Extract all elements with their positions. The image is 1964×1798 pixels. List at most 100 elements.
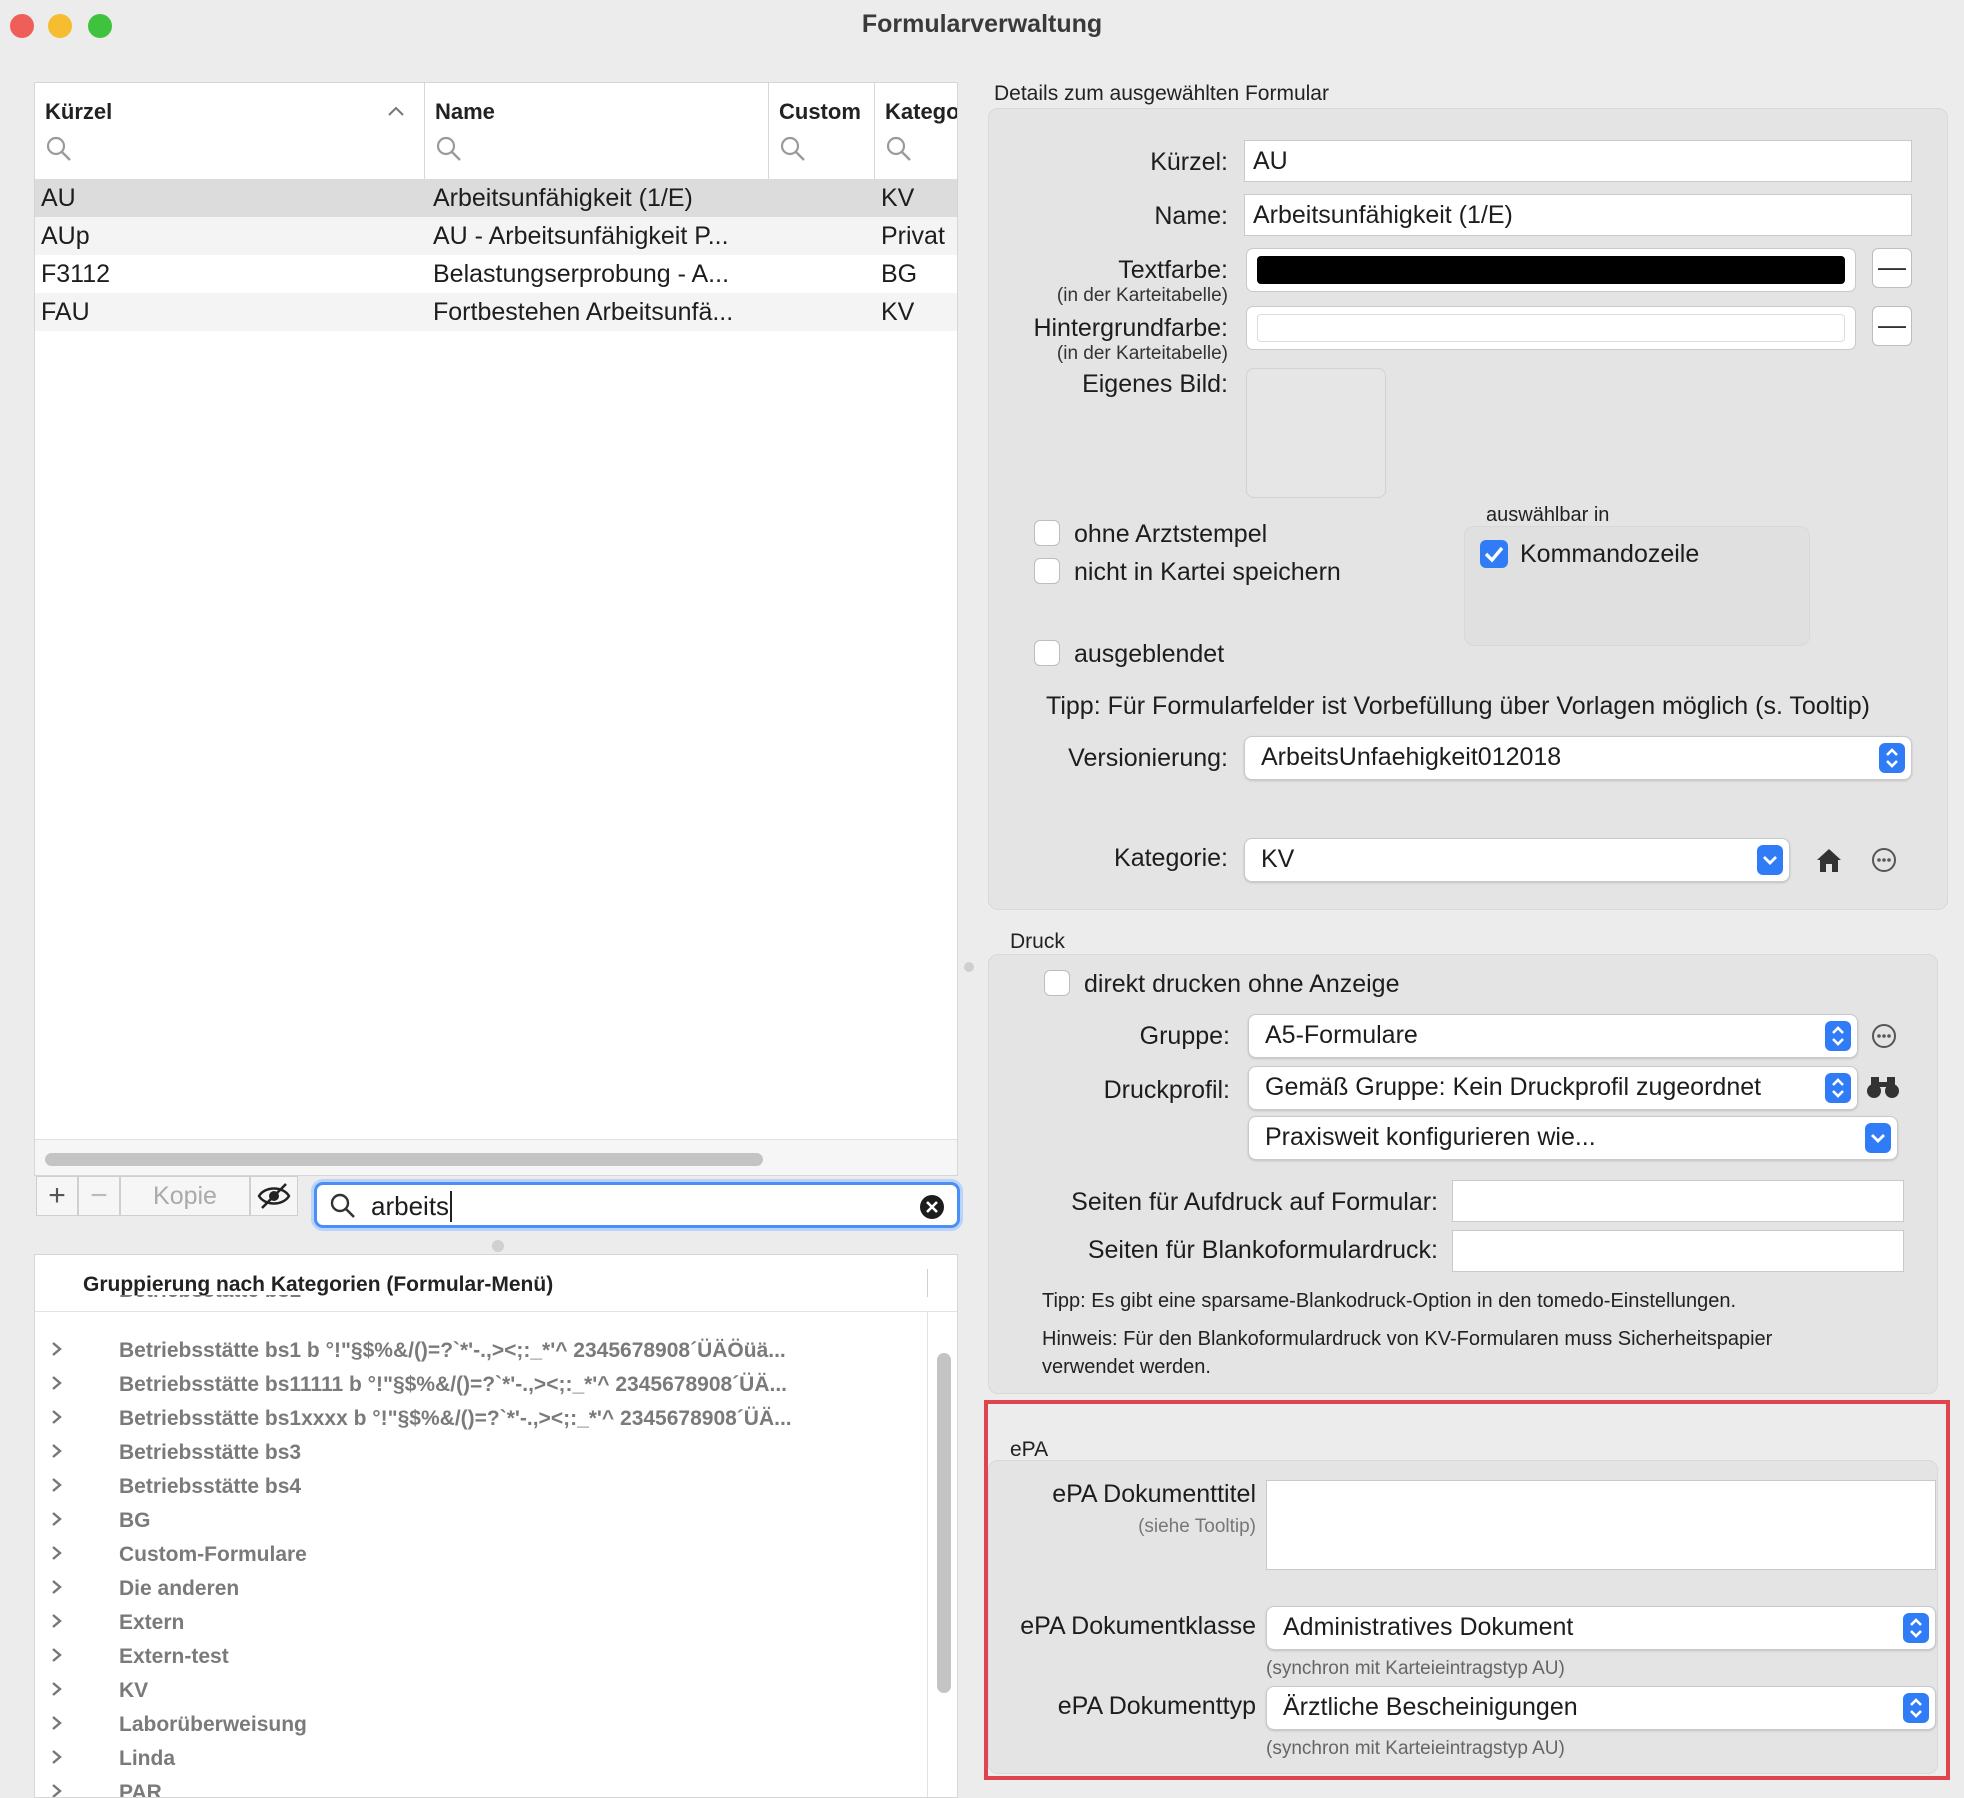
gruppe-popup[interactable]: A5-Formulare [1248, 1014, 1858, 1058]
list-item[interactable]: Laborüberweisung [35, 1709, 915, 1743]
remove-form-button[interactable]: − [78, 1176, 120, 1216]
search-icon[interactable] [779, 135, 807, 163]
seiten-aufdruck-field[interactable] [1452, 1180, 1904, 1222]
ausgeblendet-checkbox[interactable] [1034, 640, 1060, 666]
column-header-custom[interactable]: Custom [769, 83, 875, 179]
list-item[interactable]: Custom-Formulare [35, 1539, 915, 1573]
textfarbe-color-well[interactable] [1246, 248, 1856, 292]
ohne-arztstempel-checkbox[interactable] [1034, 520, 1060, 546]
cell-kuerzel: FAU [41, 298, 90, 326]
list-item[interactable]: Betriebsstätte bs1 b °!"§$%&/()=?`*'-.,>… [35, 1335, 915, 1369]
druckprofil-popup[interactable]: Gemäß Gruppe: Kein Druckprofil zugeordne… [1248, 1066, 1858, 1110]
sort-ascending-icon [388, 106, 404, 116]
chevron-right-icon[interactable] [47, 1407, 67, 1427]
chevron-right-icon[interactable] [47, 1713, 67, 1733]
list-item[interactable]: Betriebsstätte bs4 [35, 1471, 915, 1505]
praxisweit-popup[interactable]: Praxisweit konfigurieren wie... [1248, 1116, 1898, 1160]
chevron-right-icon[interactable] [47, 1543, 67, 1563]
epa-typ-popup[interactable]: Ärztliche Bescheinigungen [1266, 1686, 1936, 1730]
epa-klasse-sublabel: (synchron mit Karteieintragstyp AU) [1266, 1658, 1565, 1679]
list-item[interactable]: Extern [35, 1607, 915, 1641]
outline-item-label: Extern [119, 1611, 185, 1634]
chevron-right-icon[interactable] [47, 1509, 67, 1529]
gruppe-value: A5-Formulare [1265, 1021, 1418, 1049]
image-well[interactable] [1246, 368, 1386, 498]
search-icon[interactable] [885, 135, 913, 163]
epa-titel-label: ePA Dokumenttitel [1052, 1480, 1256, 1508]
chevron-right-icon[interactable] [47, 1475, 67, 1495]
chevron-down-icon [1757, 845, 1783, 875]
table-row[interactable]: F3112 Belastungserprobung - A... BG [35, 255, 957, 293]
chevron-right-icon[interactable] [47, 1339, 67, 1359]
list-item[interactable]: KV [35, 1675, 915, 1709]
hintergrund-color-well[interactable] [1246, 306, 1856, 350]
list-item[interactable]: Betriebsstätte bs11111 b °!"§$%&/()=?`*'… [35, 1369, 915, 1403]
binoculars-icon[interactable] [1866, 1074, 1900, 1100]
versionierung-label: Versionierung: [1068, 744, 1228, 772]
chevron-down-icon [1865, 1123, 1891, 1153]
chevron-right-icon[interactable] [47, 1645, 67, 1665]
outline-item-label: Linda [119, 1747, 175, 1770]
seiten-blanko-field[interactable] [1452, 1230, 1904, 1272]
list-item[interactable]: Linda [35, 1743, 915, 1777]
vertical-split-handle[interactable] [964, 962, 974, 972]
tipp-vorbefuellung: Tipp: Für Formularfelder ist Vorbefüllun… [1046, 692, 1870, 720]
druck-section-title: Druck [1010, 930, 1065, 953]
epa-titel-field[interactable] [1266, 1480, 1936, 1570]
gruppe-label: Gruppe: [1139, 1022, 1230, 1050]
kategorie-popup[interactable]: KV [1244, 838, 1790, 882]
more-options-icon[interactable] [1870, 846, 1898, 874]
copy-form-button[interactable]: Kopie [120, 1176, 250, 1216]
chevron-right-icon[interactable] [47, 1373, 67, 1393]
list-item[interactable]: Die anderen [35, 1573, 915, 1607]
clear-hintergrund-button[interactable]: — [1872, 306, 1912, 346]
list-item[interactable]: Betriebsstätte bs1xxxx b °!"§$%&/()=?`*'… [35, 1403, 915, 1437]
list-item[interactable]: Betriebsstätte bs3 [35, 1437, 915, 1471]
table-row[interactable]: AU Arbeitsunfähigkeit (1/E) KV [35, 179, 957, 217]
table-row[interactable]: FAU Fortbestehen Arbeitsunfä... KV [35, 293, 957, 331]
split-handle[interactable] [492, 1240, 504, 1252]
list-item[interactable]: Betriebsstätte bs1 [35, 1295, 915, 1313]
horizontal-scrollbar[interactable] [45, 1153, 763, 1166]
list-item[interactable]: PAR [35, 1777, 915, 1798]
chevron-right-icon[interactable] [47, 1441, 67, 1461]
chevron-right-icon[interactable] [47, 1577, 67, 1597]
cell-kuerzel: AU [41, 184, 76, 212]
details-section-title: Details zum ausgewählten Formular [994, 82, 1329, 105]
name-field[interactable]: Arbeitsunfähigkeit (1/E) [1244, 194, 1912, 236]
epa-klasse-label: ePA Dokumentklasse [1020, 1612, 1256, 1640]
versionierung-value: ArbeitsUnfaehigkeit012018 [1261, 743, 1562, 771]
column-header-kategorie[interactable]: Katego [875, 83, 957, 179]
direkt-drucken-checkbox[interactable] [1044, 970, 1070, 996]
table-row[interactable]: AUp AU - Arbeitsunfähigkeit P... Privat [35, 217, 957, 255]
search-icon[interactable] [435, 135, 463, 163]
column-header-kuerzel[interactable]: Kürzel [35, 83, 425, 179]
home-icon[interactable] [1814, 846, 1844, 874]
kommandozeile-checkbox[interactable] [1480, 540, 1508, 568]
chevron-right-icon[interactable] [47, 1747, 67, 1767]
nicht-in-kartei-label: nicht in Kartei speichern [1074, 558, 1341, 586]
epa-typ-sublabel: (synchron mit Karteieintragstyp AU) [1266, 1738, 1565, 1759]
epa-klasse-popup[interactable]: Administratives Dokument [1266, 1606, 1936, 1650]
list-item[interactable]: BG [35, 1505, 915, 1539]
add-form-button[interactable]: + [36, 1176, 78, 1216]
clear-textfarbe-button[interactable]: — [1872, 248, 1912, 288]
chevron-right-icon[interactable] [47, 1679, 67, 1699]
search-icon[interactable] [45, 135, 73, 163]
versionierung-popup[interactable]: ArbeitsUnfaehigkeit012018 [1244, 736, 1912, 780]
toggle-hidden-button[interactable] [250, 1176, 298, 1216]
vertical-scrollbar[interactable] [937, 1353, 951, 1693]
outline-item-label: Betriebsstätte bs3 [119, 1441, 302, 1464]
clear-search-icon[interactable] [919, 1194, 945, 1220]
more-options-icon[interactable] [1870, 1022, 1898, 1050]
column-header-name[interactable]: Name [425, 83, 769, 179]
forms-table[interactable]: Kürzel Name Custom Katego AU Arbeitsunfä… [34, 82, 958, 1176]
kuerzel-field[interactable]: AU [1244, 140, 1912, 182]
nicht-in-kartei-checkbox[interactable] [1034, 558, 1060, 584]
column-label: Name [435, 99, 495, 124]
list-item[interactable]: Extern-test [35, 1641, 915, 1675]
outline-item-label: Betriebsstätte bs1 [119, 1295, 301, 1303]
search-input[interactable]: arbeits [314, 1182, 960, 1228]
chevron-right-icon[interactable] [47, 1611, 67, 1631]
chevron-right-icon[interactable] [47, 1781, 67, 1798]
